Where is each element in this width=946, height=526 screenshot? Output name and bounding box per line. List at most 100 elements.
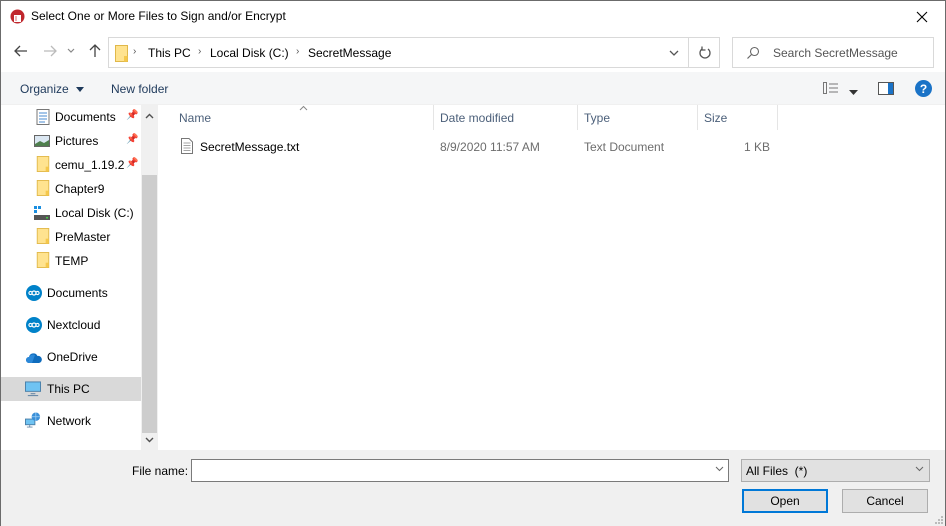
nextcloud-icon <box>26 317 42 333</box>
file-name: SecretMessage.txt <box>200 140 300 154</box>
column-header-label: Type <box>584 110 611 125</box>
file-type: Text Document <box>584 140 665 154</box>
chevron-up-icon <box>145 113 154 118</box>
sidebar-item-label: cemu_1.19.2 <box>55 158 125 172</box>
organize-button[interactable]: Organize <box>20 82 85 96</box>
breadcrumb-separator: › <box>296 46 300 57</box>
sort-ascending-icon <box>299 105 308 111</box>
search-input[interactable] <box>773 44 928 62</box>
sidebar-item-nextcloud-documents[interactable]: Documents <box>1 281 141 305</box>
command-bar: Organize New folder ? <box>1 72 945 105</box>
search-icon <box>747 46 760 59</box>
caret-down-icon <box>849 90 858 95</box>
close-button[interactable] <box>899 1 945 32</box>
refresh-button[interactable] <box>688 38 720 67</box>
file-row[interactable]: SecretMessage.txt 8/9/2020 11:57 AM Text… <box>173 136 773 158</box>
chevron-down-icon <box>145 437 154 442</box>
scroll-up-button[interactable] <box>141 107 158 124</box>
file-list: Name Date modified Type Size SecretMessa… <box>159 105 945 450</box>
column-header-size[interactable]: Size <box>698 105 778 130</box>
back-button[interactable] <box>12 42 30 60</box>
up-button[interactable] <box>86 42 104 60</box>
sidebar-item-label: Chapter9 <box>55 182 105 196</box>
scroll-thumb[interactable] <box>142 175 157 433</box>
address-bar[interactable]: › This PC › Local Disk (C:) › SecretMess… <box>108 37 720 68</box>
chevron-down-icon <box>669 50 679 56</box>
sidebar-item-pictures[interactable]: Pictures 📌 <box>1 129 141 153</box>
new-folder-button[interactable]: New folder <box>111 82 168 96</box>
sidebar-item-network[interactable]: Network <box>1 409 141 433</box>
column-header-date-modified[interactable]: Date modified <box>434 105 578 130</box>
sidebar-scrollbar[interactable] <box>141 105 158 450</box>
folder-icon <box>36 156 50 172</box>
view-options-dropdown[interactable] <box>849 84 858 98</box>
sidebar-item-label: Documents <box>55 110 116 124</box>
view-options-button[interactable] <box>823 82 839 97</box>
file-name-input[interactable] <box>195 462 705 479</box>
file-name-dropdown[interactable] <box>715 464 724 475</box>
preview-pane-button[interactable] <box>878 82 894 98</box>
sidebar-item-nextcloud[interactable]: Nextcloud <box>1 313 141 337</box>
sidebar-item-onedrive[interactable]: OneDrive <box>1 345 141 369</box>
scroll-down-button[interactable] <box>141 431 158 448</box>
caret-down-icon <box>76 87 85 93</box>
search-box[interactable] <box>732 37 934 68</box>
open-button[interactable]: Open <box>742 489 828 513</box>
file-type-select[interactable]: All Files (*) <box>741 459 930 482</box>
documents-icon <box>36 109 50 125</box>
resize-grip-icon[interactable] <box>935 516 943 524</box>
address-history-dropdown[interactable] <box>660 38 688 67</box>
close-icon <box>916 11 928 22</box>
file-open-dialog: Select One or More Files to Sign and/or … <box>0 0 946 526</box>
file-type-value: All Files (*) <box>746 464 808 478</box>
file-name-combobox[interactable] <box>191 459 729 482</box>
arrow-left-icon <box>14 45 27 57</box>
sidebar-item-documents[interactable]: Documents 📌 <box>1 105 141 129</box>
text-file-icon <box>181 138 193 154</box>
svg-text:?: ? <box>920 82 927 96</box>
column-header-label: Name <box>179 110 212 125</box>
column-header-name[interactable]: Name <box>173 105 434 130</box>
title-bar: Select One or More Files to Sign and/or … <box>1 1 945 32</box>
sidebar-item-label: This PC <box>47 382 90 396</box>
pin-icon: 📌 <box>126 158 139 169</box>
help-button[interactable]: ? <box>915 80 932 100</box>
sidebar-item-premaster[interactable]: PreMaster <box>1 225 141 249</box>
file-type-dropdown <box>915 464 924 475</box>
sidebar-item-local-disk[interactable]: Local Disk (C:) <box>1 201 141 225</box>
folder-icon <box>115 45 128 62</box>
preview-pane-icon <box>878 82 894 95</box>
dialog-footer: File name: All Files (*) Open Cancel <box>1 450 945 526</box>
app-icon <box>10 9 25 24</box>
sidebar-item-chapter9[interactable]: Chapter9 <box>1 177 141 201</box>
navigation-pane: Documents 📌 Pictures 📌 cemu_1.19.2 📌 Cha… <box>1 105 159 450</box>
window-title: Select One or More Files to Sign and/or … <box>31 9 286 23</box>
sidebar-item-label: Local Disk (C:) <box>55 206 134 220</box>
cancel-button[interactable]: Cancel <box>842 489 928 513</box>
navigation-bar: › This PC › Local Disk (C:) › SecretMess… <box>1 32 945 72</box>
sidebar-item-cemu[interactable]: cemu_1.19.2 📌 <box>1 153 141 177</box>
sidebar-item-label: OneDrive <box>47 350 98 364</box>
column-header-label: Date modified <box>440 110 515 125</box>
sidebar-item-label: Nextcloud <box>47 318 101 332</box>
forward-button[interactable] <box>41 42 59 60</box>
onedrive-icon <box>26 353 42 363</box>
sidebar-item-this-pc[interactable]: This PC <box>1 377 141 401</box>
recent-locations-button[interactable] <box>65 42 77 60</box>
breadcrumb-this-pc[interactable]: This PC <box>148 46 191 60</box>
sidebar-item-temp[interactable]: TEMP <box>1 249 141 273</box>
pin-icon: 📌 <box>126 110 139 121</box>
sidebar-item-label: TEMP <box>55 254 89 268</box>
refresh-icon <box>698 46 711 59</box>
arrow-right-icon <box>44 45 57 57</box>
column-header-type[interactable]: Type <box>578 105 698 130</box>
breadcrumb-secretmessage[interactable]: SecretMessage <box>308 46 391 60</box>
nextcloud-icon <box>26 285 42 301</box>
chevron-down-icon <box>715 466 724 472</box>
file-date-modified: 8/9/2020 11:57 AM <box>440 140 540 154</box>
folder-icon <box>36 228 50 244</box>
sidebar-item-label: PreMaster <box>55 230 111 244</box>
breadcrumb-local-disk[interactable]: Local Disk (C:) <box>210 46 289 60</box>
chevron-down-icon <box>67 48 75 53</box>
column-header-label: Size <box>704 110 728 125</box>
